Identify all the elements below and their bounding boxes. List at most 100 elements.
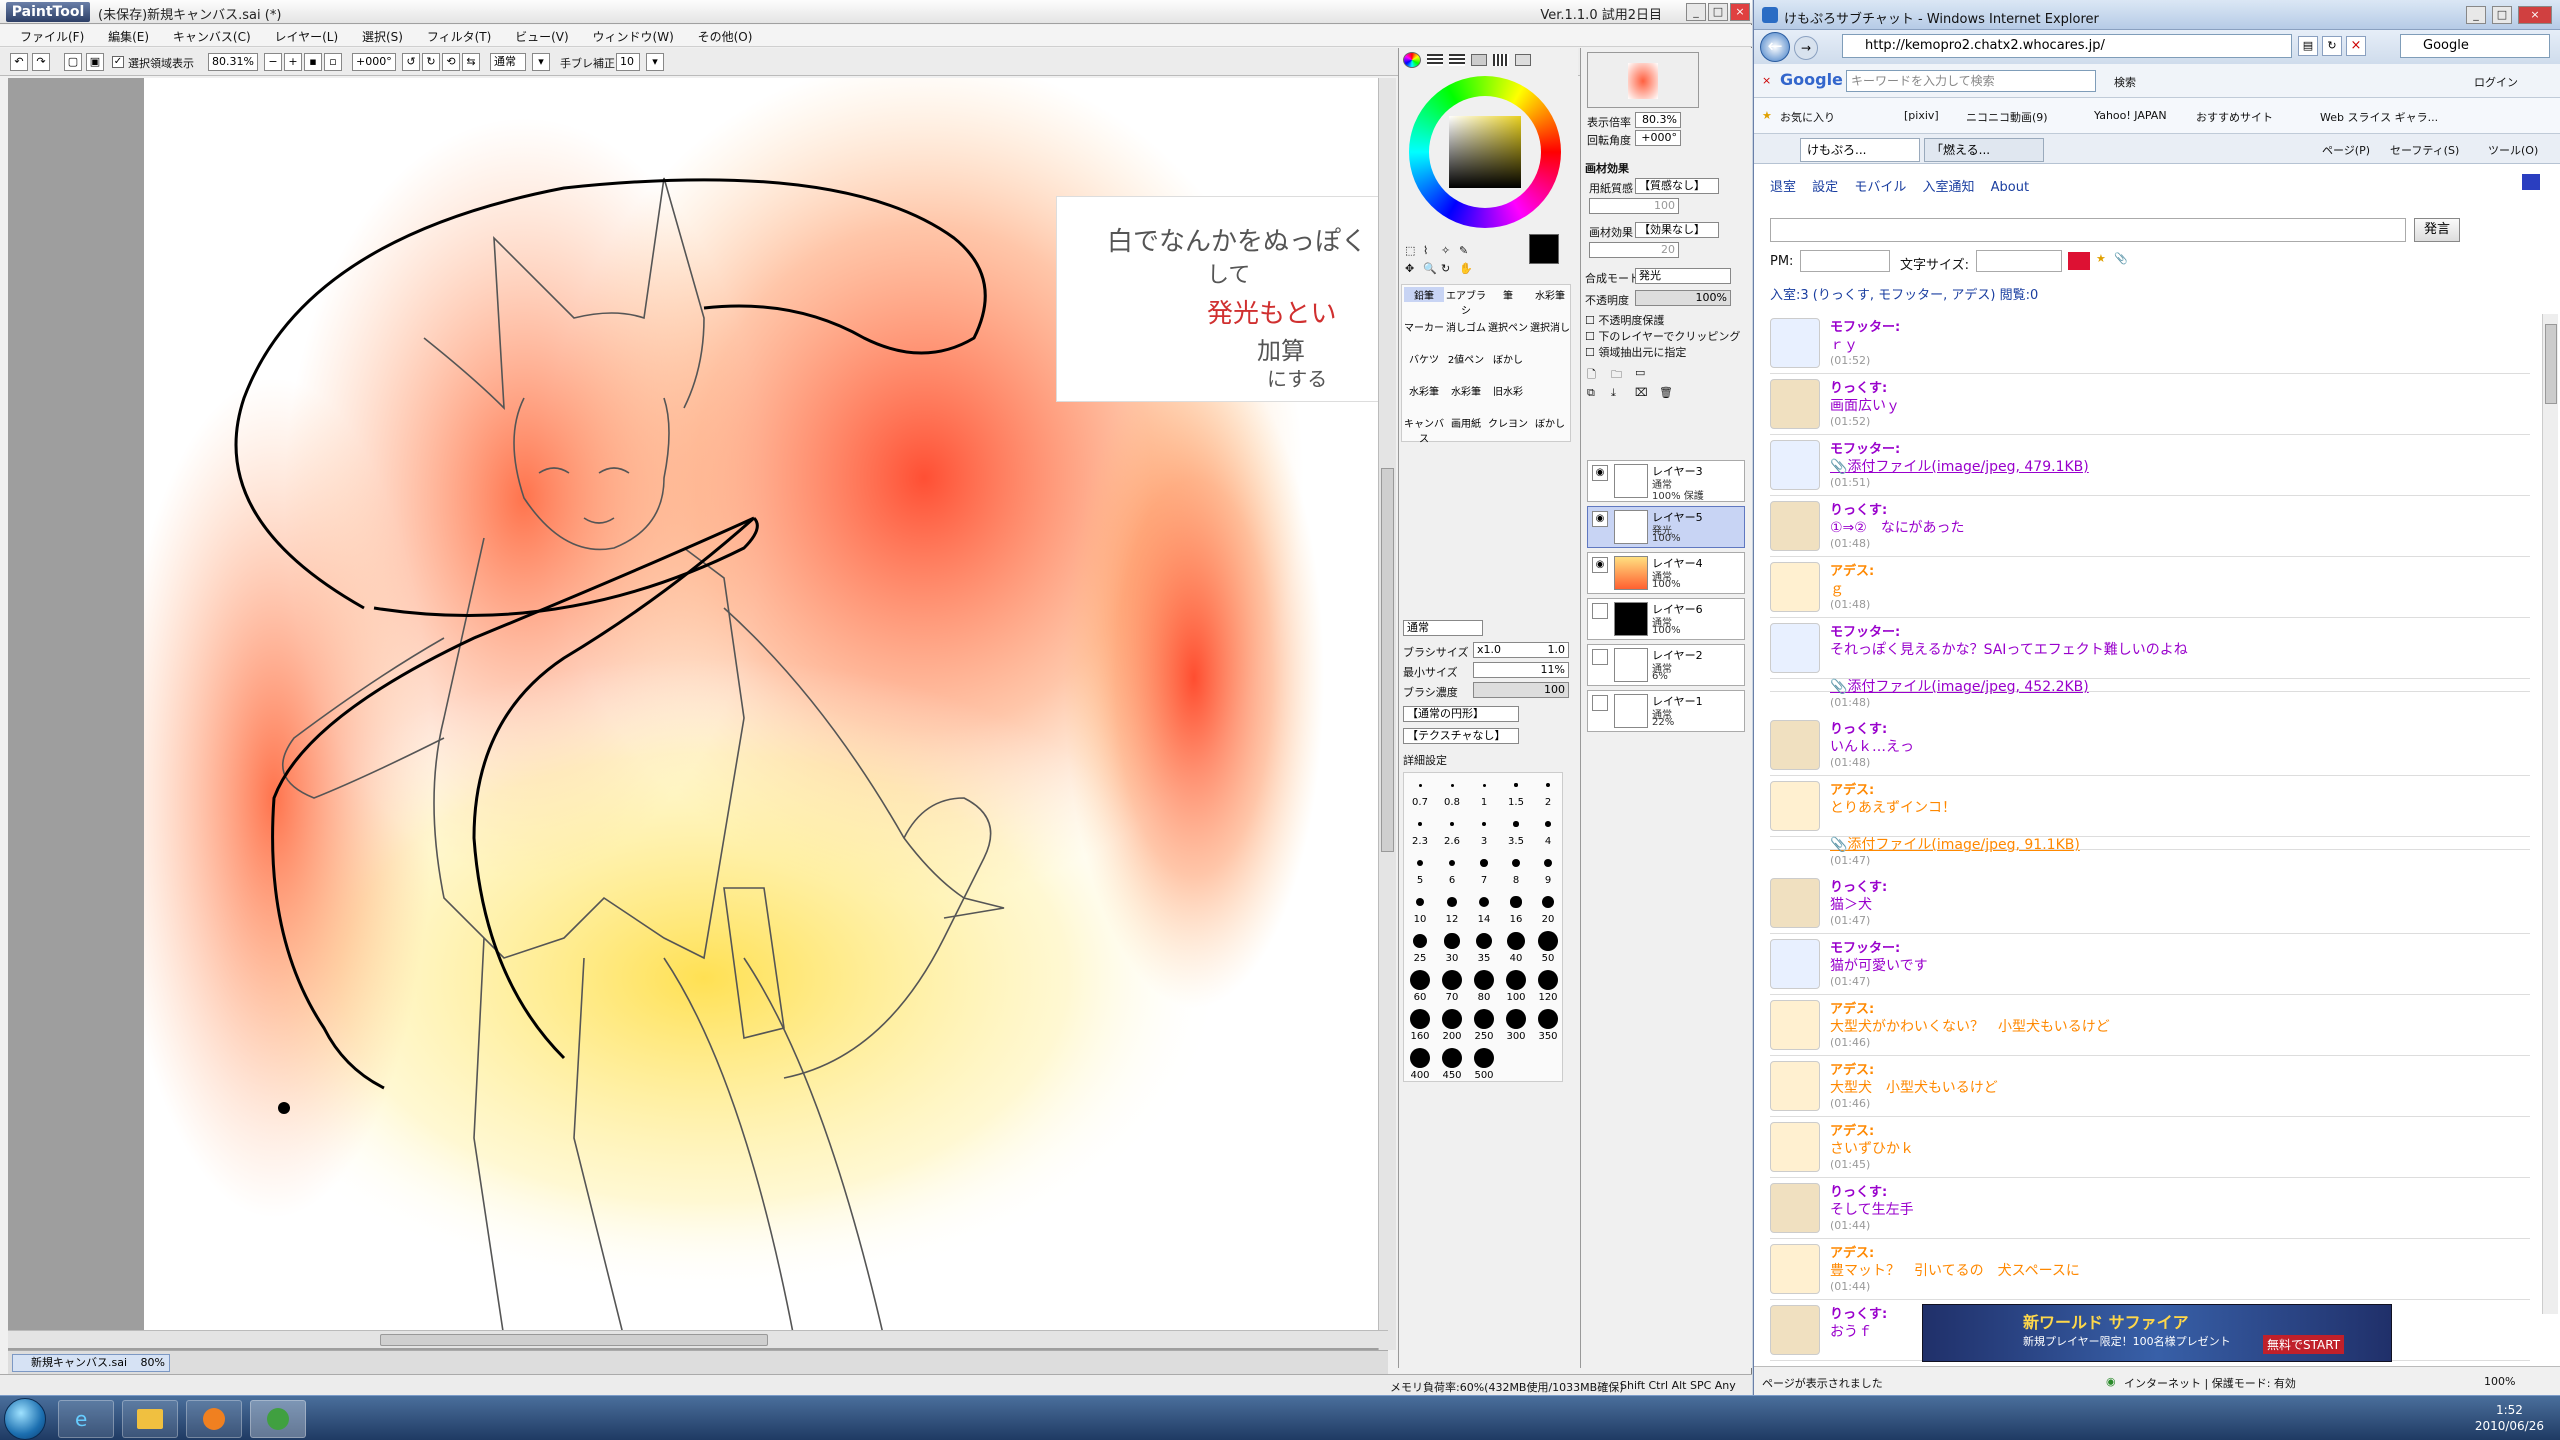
fav-pixiv[interactable]: [pixiv] [1904, 109, 1939, 122]
address-bar[interactable]: http://kemopro2.chatx2.whocares.jp/ [1842, 34, 2292, 58]
link-notify[interactable]: 入室通知 [1922, 180, 1974, 195]
nav-angle-field[interactable]: +000° [1635, 130, 1681, 146]
brush-size-dot[interactable] [1475, 932, 1493, 950]
brush-size-dot[interactable] [1512, 859, 1520, 867]
ad-banner[interactable]: 新ワールド サファイア 新規プレイヤー限定！100名様プレゼント 無料でSTAR… [1922, 1304, 2392, 1362]
layer-item[interactable]: ◉ レイヤー3 通常 100% 保護 [1587, 460, 1745, 502]
brush-size-dot[interactable] [1413, 934, 1427, 948]
stabilizer-field[interactable]: 10 [616, 53, 640, 71]
brush-size-dot[interactable] [1444, 933, 1460, 949]
brush-size-dot[interactable] [1546, 783, 1550, 787]
tool-old-watercolor[interactable]: 旧水彩 [1488, 383, 1528, 398]
drawing-canvas[interactable]: 白でなんかをぬっぽく して 発光もとい 加算 にする [144, 78, 1388, 1338]
brush-size-dot[interactable] [1506, 1009, 1526, 1029]
send-button[interactable]: 発言 [2414, 218, 2460, 242]
hsv-slider-toggle-icon[interactable] [1449, 54, 1465, 66]
compat-view-icon[interactable]: ▤ [2298, 36, 2318, 56]
brush-size-dot[interactable] [1510, 896, 1522, 908]
link-settings[interactable]: 設定 [1812, 180, 1838, 195]
tool-pencil[interactable]: 鉛筆 [1404, 287, 1444, 302]
brush-size-dot[interactable] [1474, 1048, 1494, 1068]
tool-paper[interactable]: 画用紙 [1446, 415, 1486, 430]
layer-visibility-icon[interactable]: ◉ [1592, 511, 1608, 527]
menu-edit[interactable]: 編集(E) [88, 25, 149, 45]
minimize-button[interactable]: _ [1686, 3, 1706, 21]
move-tool-icon[interactable]: ✥ [1405, 262, 1414, 275]
brush-size-dot[interactable] [1415, 897, 1425, 907]
tool-crayon[interactable]: クレヨン [1488, 415, 1528, 430]
pm-select[interactable] [1800, 250, 1890, 272]
google-search-input[interactable]: キーワードを入力して検索 [1846, 70, 2096, 92]
brush-size-dot[interactable] [1474, 970, 1494, 990]
canvas-vscroll-thumb[interactable] [1381, 468, 1394, 852]
layer-opacity-slider[interactable]: 100% [1635, 290, 1731, 306]
clear-layer-icon[interactable]: ⌧ [1635, 386, 1648, 399]
brush-size-dot[interactable] [1538, 931, 1558, 951]
fav-yahoo[interactable]: Yahoo! JAPAN [2094, 109, 2167, 122]
tool-blur-2[interactable]: ぼかし [1530, 415, 1570, 430]
new-layer-icon[interactable]: 🗋 [1587, 366, 1596, 385]
favorites-star-icon[interactable]: ★ [1762, 109, 1772, 122]
brush-size-dot[interactable] [1538, 1009, 1558, 1029]
new-folder-icon[interactable]: ▭ [1635, 366, 1645, 379]
menu-filter[interactable]: フィルタ(T) [407, 25, 491, 45]
paper-texture-strength[interactable]: 100 [1589, 198, 1679, 214]
tool-select-pen[interactable]: 選択ペン [1488, 319, 1528, 334]
layer-visibility-icon[interactable] [1592, 695, 1608, 711]
brush-size-dot[interactable] [1480, 859, 1488, 867]
brush-size-dot[interactable] [1442, 1048, 1462, 1068]
tool-eraser[interactable]: 消しゴム [1446, 319, 1486, 334]
brush-size-dot[interactable] [1513, 821, 1519, 827]
ie-close-button[interactable]: × [2518, 6, 2552, 24]
sample-source-check[interactable]: ☐ 領域抽出元に指定 [1585, 344, 1686, 360]
chat-message-input[interactable] [1770, 218, 2406, 242]
tab-kemopro[interactable]: けもぷろ... [1800, 138, 1920, 162]
canvas-viewport[interactable]: 白でなんかをぬっぽく して 発光もとい 加算 にする [8, 78, 1388, 1350]
safety-menu[interactable]: セーフティ(S) [2390, 142, 2459, 158]
zoom-reset-button[interactable]: ▪ [304, 53, 322, 71]
detail-settings-toggle[interactable]: 詳細設定 [1403, 752, 1447, 768]
foreground-color-swatch[interactable] [1529, 234, 1559, 264]
zoom-fit-button[interactable]: ▫ [324, 53, 342, 71]
brush-texture-select[interactable]: 【テクスチャなし】 [1403, 728, 1519, 744]
stabilizer-dropdown[interactable]: ▾ [646, 53, 664, 71]
brush-size-dot[interactable] [1545, 821, 1551, 827]
rotate-tool-icon[interactable]: ↻ [1441, 262, 1450, 275]
fav-suggested[interactable]: おすすめサイト [2196, 109, 2273, 125]
brush-size-dot[interactable] [1447, 897, 1457, 907]
tool-brush[interactable]: 筆 [1488, 287, 1528, 302]
tool-airbrush[interactable]: エアブラシ [1446, 287, 1486, 317]
refresh-icon[interactable]: ↻ [2322, 36, 2342, 56]
paper-texture-select[interactable]: 【質感なし】 [1635, 178, 1719, 194]
fav-favorites[interactable]: お気に入り [1780, 109, 1835, 125]
nav-zoom-field[interactable]: 80.3% [1635, 112, 1681, 128]
brush-size-dot[interactable] [1442, 970, 1462, 990]
tool-watercolor[interactable]: 水彩筆 [1530, 287, 1570, 302]
fav-webslice[interactable]: Web スライス ギャラ... [2320, 109, 2438, 125]
zoom-out-button[interactable]: − [264, 53, 282, 71]
min-size-slider[interactable]: 11% [1473, 662, 1569, 678]
maximize-button[interactable]: □ [1708, 3, 1728, 21]
back-button[interactable]: ← [1760, 32, 1790, 62]
layer-visibility-icon[interactable]: ◉ [1592, 557, 1608, 573]
menu-view[interactable]: ビュー(V) [495, 25, 569, 45]
ie-zoom[interactable]: 100% [2484, 1375, 2515, 1388]
brush-size-slider[interactable]: x1.0 1.0 [1473, 642, 1569, 658]
clipping-check[interactable]: ☐ 下のレイヤーでクリッピング [1585, 328, 1740, 344]
brush-size-dot[interactable] [1410, 1048, 1430, 1068]
rgb-slider-toggle-icon[interactable] [1427, 54, 1443, 66]
brush-size-dot[interactable] [1478, 896, 1490, 908]
brush-size-dot[interactable] [1410, 1009, 1430, 1029]
brush-size-dot[interactable] [1481, 821, 1487, 827]
navigator-preview[interactable] [1587, 52, 1699, 108]
brush-size-dot[interactable] [1506, 970, 1526, 990]
brush-size-dot[interactable] [1507, 932, 1525, 950]
marquee-tool-icon[interactable]: ⬚ [1405, 244, 1415, 257]
brush-size-dot[interactable] [1416, 859, 1424, 867]
page-menu[interactable]: ページ(P) [2322, 142, 2370, 158]
effects-header[interactable]: 画材効果 [1585, 160, 1629, 176]
sai-taskbar-icon[interactable] [250, 1400, 306, 1438]
rotate-left-button[interactable]: ↺ [402, 53, 420, 71]
hand-tool-icon[interactable]: ✋ [1459, 262, 1473, 275]
close-button[interactable]: × [1730, 3, 1750, 21]
